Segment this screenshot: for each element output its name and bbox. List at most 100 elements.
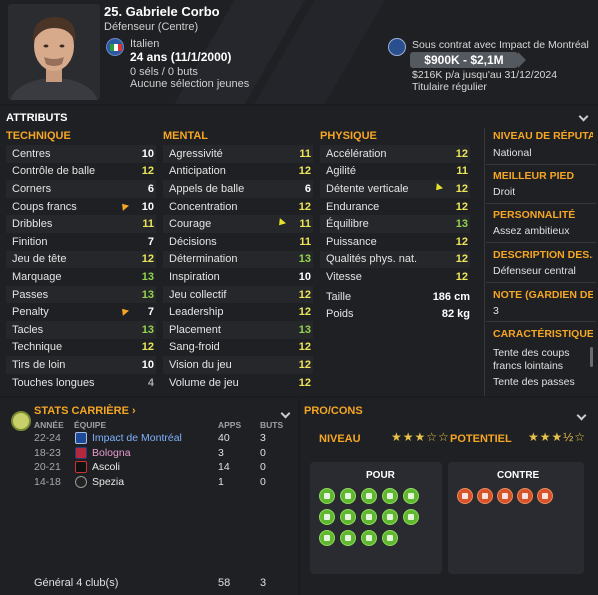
pro-trait-icon[interactable] xyxy=(403,509,419,525)
attribute-row[interactable]: Appels de balle 6 xyxy=(163,180,313,198)
attribute-row[interactable]: Dribbles 11 xyxy=(6,215,156,233)
attribute-value: 13 xyxy=(141,288,154,301)
attribute-row[interactable]: Leadership 12 xyxy=(163,303,313,321)
pro-trait-icon[interactable] xyxy=(319,530,335,546)
mental-title: MENTAL xyxy=(163,130,209,142)
pro-trait-icon[interactable] xyxy=(382,509,398,525)
career-club-link[interactable]: Impact de Montréal xyxy=(92,432,182,444)
attribute-label: Détente verticale xyxy=(326,182,409,195)
career-header-season: ANNÉE xyxy=(34,420,64,430)
pro-trait-icon[interactable] xyxy=(340,509,356,525)
player-name: 25. Gabriele Corbo xyxy=(104,4,220,19)
attribute-value: 12 xyxy=(455,147,468,160)
career-apps: 3 xyxy=(218,446,224,459)
con-trait-icon[interactable] xyxy=(537,488,553,504)
attribute-row[interactable]: Centres 10 xyxy=(6,145,156,163)
attribute-row[interactable]: Inspiration 10 xyxy=(163,268,313,286)
potential-stars: ★★★½☆ xyxy=(528,430,587,444)
attribute-row[interactable]: Courage 11 xyxy=(163,215,313,233)
pro-trait-icon[interactable] xyxy=(403,488,419,504)
traits-scrollbar[interactable] xyxy=(590,347,593,367)
club-crest-icon xyxy=(75,432,87,444)
attribute-row[interactable]: Agilité 11 xyxy=(320,163,470,181)
pro-trait-icon[interactable] xyxy=(361,488,377,504)
career-goals: 0 xyxy=(260,475,266,488)
attribute-value: 10 xyxy=(298,270,311,283)
attribute-row[interactable]: Touches longues 4 xyxy=(6,374,156,392)
weight-label: Poids xyxy=(326,307,354,320)
attribute-row[interactable]: Passes 13 xyxy=(6,285,156,304)
attribute-row[interactable]: Placement 13 xyxy=(163,321,313,339)
pros-title: POUR xyxy=(366,470,395,481)
description-value: Défenseur central xyxy=(493,265,576,277)
attribute-row[interactable]: Tirs de loin 10 xyxy=(6,356,156,374)
personality-value: Assez ambitieux xyxy=(493,225,570,237)
career-goals: 0 xyxy=(260,446,266,459)
pro-trait-icon[interactable] xyxy=(361,509,377,525)
attribute-label: Agilité xyxy=(326,165,356,178)
career-title-link[interactable]: STATS CARRIÈRE › xyxy=(34,405,136,417)
attribute-label: Passes xyxy=(12,288,49,301)
pro-trait-icon[interactable] xyxy=(361,530,377,546)
attribute-row[interactable]: Décisions 11 xyxy=(163,233,313,251)
attribute-row[interactable]: Tacles 13 xyxy=(6,321,156,339)
attribute-row[interactable]: Anticipation 12 xyxy=(163,163,313,181)
trait-item: Tente des passes xyxy=(493,376,575,388)
attribute-row[interactable]: Contrôle de balle 12 xyxy=(6,163,156,181)
technique-title: TECHNIQUE xyxy=(6,130,71,142)
attribute-row[interactable]: Détermination 13 xyxy=(163,250,313,269)
attribute-value: 12 xyxy=(298,200,311,213)
pro-trait-icon[interactable] xyxy=(319,509,335,525)
attribute-row[interactable]: Vitesse 12 xyxy=(320,268,470,286)
career-club-link[interactable]: Ascoli xyxy=(92,461,120,473)
career-total-goals: 3 xyxy=(260,577,267,589)
attribute-row[interactable]: Équilibre 13 xyxy=(320,215,470,233)
attribute-row[interactable]: Accélération 12 xyxy=(320,145,470,163)
attribute-row[interactable]: Volume de jeu 12 xyxy=(163,374,313,392)
player-wage: $216K p/a jusqu'au 31/12/2024 xyxy=(412,69,558,81)
attribute-value: 13 xyxy=(298,253,311,266)
attribute-row[interactable]: Jeu de tête 12 xyxy=(6,250,156,269)
attribute-row[interactable]: Technique 12 xyxy=(6,339,156,357)
attribute-value: 12 xyxy=(455,235,468,248)
pro-trait-icon[interactable] xyxy=(382,530,398,546)
pro-trait-icon[interactable] xyxy=(319,488,335,504)
height-label: Taille xyxy=(326,290,352,303)
career-club-link[interactable]: Bologna xyxy=(92,447,131,459)
con-trait-icon[interactable] xyxy=(457,488,473,504)
attribute-value: 11 xyxy=(299,147,311,160)
attribute-label: Contrôle de balle xyxy=(12,165,96,178)
attribute-row[interactable]: Endurance 12 xyxy=(320,198,470,216)
pros-cons-title: PRO/CONS xyxy=(304,405,363,417)
pro-trait-icon[interactable] xyxy=(382,488,398,504)
con-trait-icon[interactable] xyxy=(517,488,533,504)
career-club-link[interactable]: Spezia xyxy=(92,476,124,488)
attribute-row[interactable]: Qualités phys. nat. 12 xyxy=(320,250,470,269)
attribute-row[interactable]: Finition 7 xyxy=(6,233,156,251)
attribute-label: Finition xyxy=(12,235,48,248)
attribute-row[interactable]: Vision du jeu 12 xyxy=(163,356,313,374)
pro-trait-icon[interactable] xyxy=(340,488,356,504)
pro-trait-icon[interactable] xyxy=(340,530,356,546)
attribute-row[interactable]: Détente verticale 12 xyxy=(320,180,470,198)
career-row: 18-23 Bologna 3 0 xyxy=(30,446,295,461)
club-badge-icon[interactable] xyxy=(388,38,406,56)
attribute-row[interactable]: Sang-froid 12 xyxy=(163,339,313,357)
attribute-value: 12 xyxy=(455,182,468,195)
con-trait-icon[interactable] xyxy=(477,488,493,504)
level-label: NIVEAU xyxy=(319,433,361,445)
attribute-value: 11 xyxy=(456,165,468,178)
con-trait-icon[interactable] xyxy=(497,488,513,504)
divider xyxy=(486,164,596,165)
career-goals: 0 xyxy=(260,461,266,474)
attribute-row[interactable]: Penalty 7 xyxy=(6,303,156,321)
attribute-row[interactable]: Agressivité 11 xyxy=(163,145,313,163)
attribute-row[interactable]: Corners 6 xyxy=(6,180,156,198)
attribute-value: 12 xyxy=(455,200,468,213)
attribute-row[interactable]: Concentration 12 xyxy=(163,198,313,216)
attribute-row[interactable]: Marquage 13 xyxy=(6,268,156,286)
attribute-row[interactable]: Puissance 12 xyxy=(320,233,470,251)
attribute-row[interactable]: Jeu collectif 12 xyxy=(163,285,313,304)
attribute-row[interactable]: Coups francs 10 xyxy=(6,198,156,216)
attribute-label: Accélération xyxy=(326,147,387,160)
